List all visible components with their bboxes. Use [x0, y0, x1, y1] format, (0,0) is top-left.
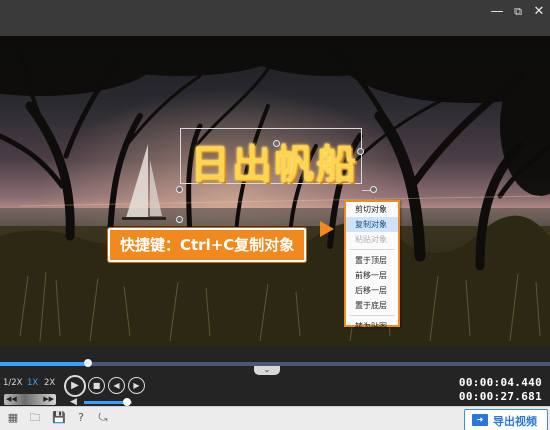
menu-item-send-to-back[interactable]: 置于底层	[346, 298, 398, 313]
export-video-button[interactable]: ➜ 导出视频	[464, 409, 548, 430]
player-controls: ⌄ 1/2X 1X 2X ◀◀ ▶▶ ▶ ■ ◀ ▶ ◀ 00:00:04.44…	[0, 346, 550, 407]
next-frame-button[interactable]: ▶	[128, 377, 145, 394]
volume-fill	[84, 401, 128, 404]
progress-fill	[0, 362, 88, 366]
help-icon[interactable]: ?	[74, 411, 88, 425]
minimize-icon[interactable]: —	[488, 4, 506, 20]
total-time: 00:00:27.681	[458, 390, 542, 403]
video-editor-window: — ⧉ ✕ 日出帆船 快捷键：Ctrl+C复制对象 剪切对象 复制对象 粘贴对象…	[0, 0, 550, 430]
menu-item-bring-to-front[interactable]: 置于顶层	[346, 253, 398, 268]
speed-slider[interactable]: ◀◀ ▶▶	[4, 394, 56, 405]
menu-item-send-backward[interactable]: 后移一层	[346, 283, 398, 298]
menu-separator	[349, 313, 395, 316]
menu-separator	[349, 247, 395, 250]
rewind-icon: ◀◀	[6, 395, 17, 403]
save-icon[interactable]: 💾	[52, 411, 66, 425]
menu-item-convert-to-sticker[interactable]: 转为贴图	[346, 319, 398, 334]
bottom-toolbar: ▦ 🗀 💾 ? ⤿ ➜ 导出视频	[0, 406, 550, 430]
volume-knob[interactable]	[123, 398, 132, 406]
restore-icon[interactable]: ⧉	[509, 4, 527, 20]
resize-handle-bottom-left[interactable]	[176, 216, 183, 223]
resize-handle-top-right[interactable]	[357, 148, 364, 155]
speed-half[interactable]: 1/2X	[3, 378, 23, 388]
menu-item-paste: 粘贴对象	[355, 235, 387, 244]
menu-item-cut[interactable]: 剪切对象	[346, 202, 398, 217]
progress-knob[interactable]	[84, 359, 92, 367]
video-preview[interactable]: 日出帆船 快捷键：Ctrl+C复制对象 剪切对象 复制对象 粘贴对象 置于顶层 …	[0, 36, 550, 346]
collapse-chevron-icon[interactable]: ⌄	[254, 366, 280, 375]
menu-item-bring-forward[interactable]: 前移一层	[346, 268, 398, 283]
speed-1x[interactable]: 1X	[27, 378, 38, 388]
export-icon: ➜	[472, 414, 488, 426]
close-icon[interactable]: ✕	[530, 4, 548, 20]
title-bar: — ⧉ ✕	[0, 0, 550, 36]
resize-handle-right[interactable]	[370, 186, 377, 193]
open-folder-icon[interactable]: 🗀	[28, 411, 42, 425]
shortcut-callout: 快捷键：Ctrl+C复制对象	[108, 228, 307, 262]
resize-handle-left[interactable]	[176, 186, 183, 193]
current-time: 00:00:04.440	[458, 376, 542, 389]
play-button[interactable]: ▶	[64, 375, 86, 397]
stop-button[interactable]: ■	[88, 377, 105, 394]
callout-arrow-icon	[320, 221, 334, 237]
menu-item-copy[interactable]: 复制对象	[346, 217, 398, 232]
context-menu: 剪切对象 复制对象 粘贴对象 置于顶层 前移一层 后移一层 置于底层 转为贴图	[344, 200, 400, 331]
export-video-label: 导出视频	[493, 415, 537, 428]
scene-background	[0, 36, 550, 346]
new-project-icon[interactable]: ▦	[6, 411, 20, 425]
speed-2x[interactable]: 2X	[44, 378, 55, 388]
fast-forward-icon: ▶▶	[43, 395, 54, 403]
share-icon[interactable]: ⤿	[96, 411, 110, 425]
title-text-object[interactable]: 日出帆船	[190, 132, 358, 190]
previous-frame-button[interactable]: ◀	[108, 377, 125, 394]
